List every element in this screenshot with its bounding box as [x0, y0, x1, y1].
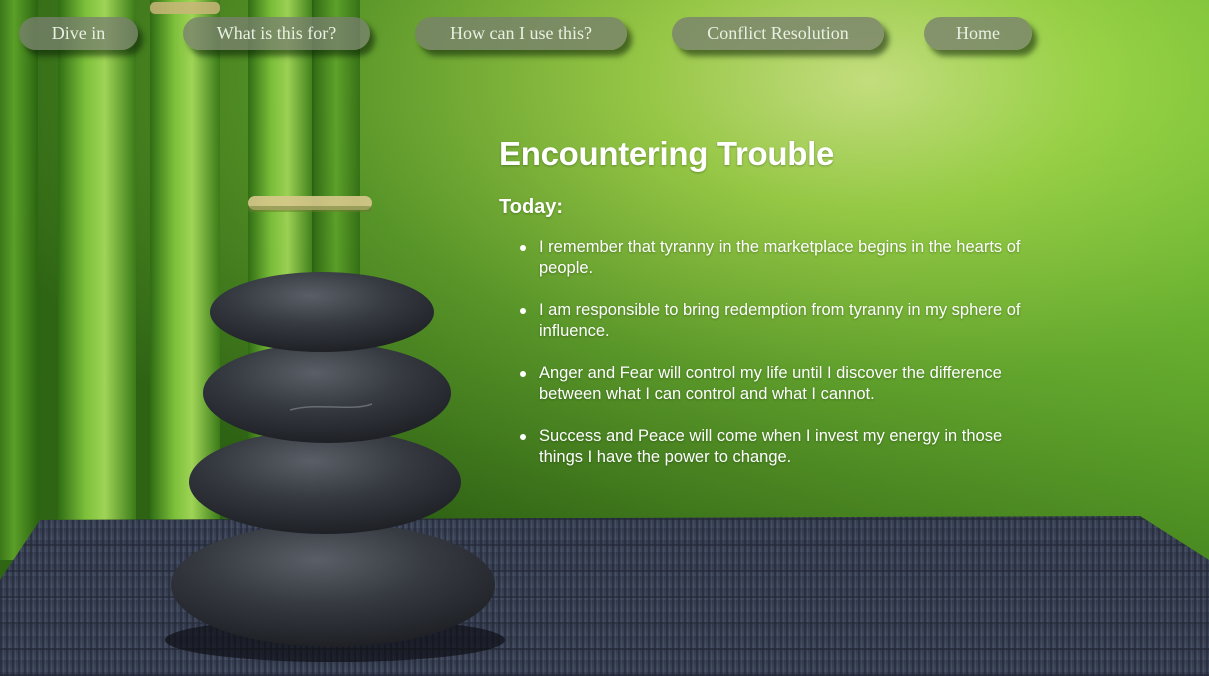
nav-button-conflict-resolution[interactable]: Conflict Resolution — [672, 17, 884, 50]
list-item: Success and Peace will come when I inves… — [499, 426, 1044, 468]
page-title: Encountering Trouble — [499, 135, 835, 172]
bullet-icon — [520, 371, 526, 377]
nav-button-home[interactable]: Home — [924, 17, 1032, 50]
list-item-text: Success and Peace will come when I inves… — [539, 427, 1003, 466]
list-item-text: I remember that tyranny in the marketpla… — [539, 238, 1021, 277]
affirmation-list: I remember that tyranny in the marketpla… — [499, 237, 1059, 468]
bullet-icon — [520, 308, 526, 314]
nav-button-what-is-this-for[interactable]: What is this for? — [183, 17, 370, 50]
bullet-icon — [520, 434, 526, 440]
today-subheading: Today: — [499, 196, 564, 218]
list-item: I am responsible to bring redemption fro… — [499, 300, 1044, 342]
list-item-text: I am responsible to bring redemption fro… — [539, 301, 1021, 340]
list-item-text: Anger and Fear will control my life unti… — [539, 364, 1002, 403]
list-item: I remember that tyranny in the marketpla… — [499, 237, 1044, 279]
list-item: Anger and Fear will control my life unti… — [499, 363, 1044, 405]
nav-button-dive-in[interactable]: Dive in — [19, 17, 138, 50]
nav-button-how-can-i-use-this[interactable]: How can I use this? — [415, 17, 627, 50]
bullet-icon — [520, 245, 526, 251]
main-content: Encountering Trouble Today: I remember t… — [499, 133, 1059, 489]
top-navigation: Dive in What is this for? How can I use … — [0, 17, 1209, 57]
